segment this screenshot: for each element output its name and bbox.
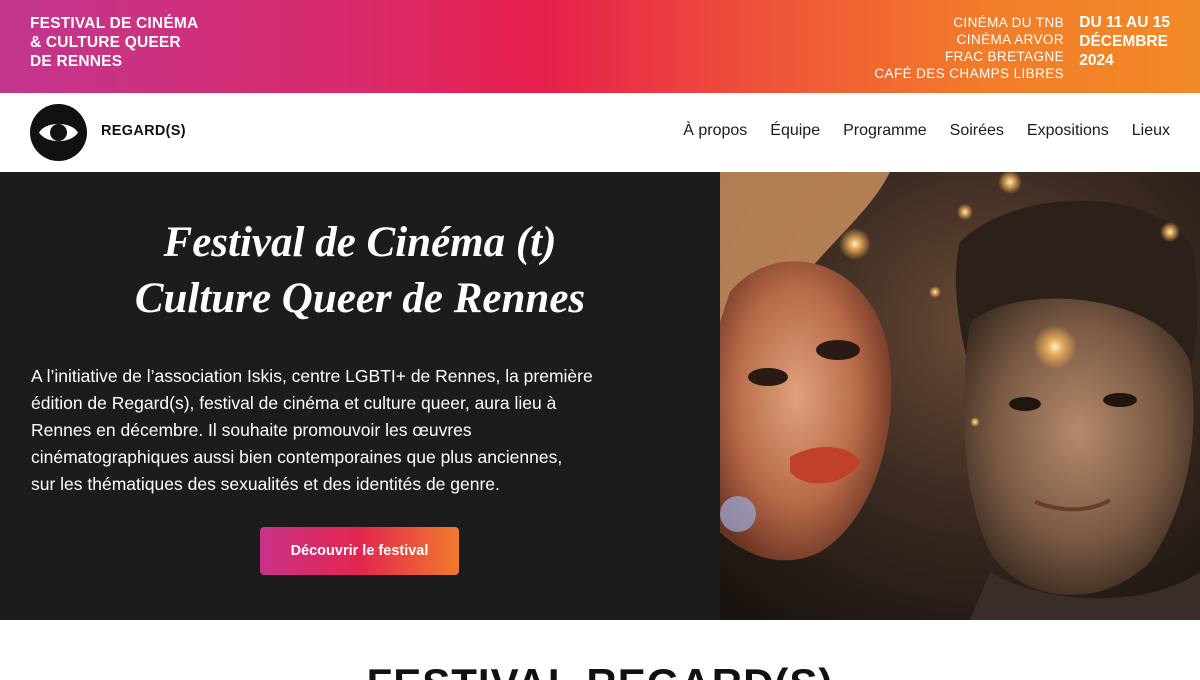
eye-icon [39, 123, 78, 142]
hero-description-line: Rennes en décembre. Il souhaite promouvo… [31, 420, 472, 440]
hero-description: A l’initiative de l’association Iskis, c… [31, 363, 696, 498]
nav-link-programme[interactable]: Programme [843, 122, 927, 140]
venue-item: FRAC BRETAGNE [945, 49, 1064, 64]
festival-dates-line: DÉCEMBRE [1079, 33, 1168, 50]
venues-list: CINÉMA DU TNB CINÉMA ARVOR FRAC BRETAGNE… [874, 14, 1064, 82]
section-heading: FESTIVAL REGARD(S) [0, 660, 1200, 680]
nav-link-soirees[interactable]: Soirées [950, 122, 1004, 140]
festival-dates: DU 11 AU 15 DÉCEMBRE 2024 [1079, 13, 1170, 70]
hero-title-line: Culture Queer de Rennes [134, 275, 586, 322]
hero-section: Festival de Cinéma (t) Culture Queer de … [0, 172, 1200, 620]
festival-name-line: & CULTURE QUEER [30, 34, 181, 51]
festival-dates-line: DU 11 AU 15 [1079, 14, 1170, 31]
site-logo[interactable] [30, 104, 87, 161]
top-banner: FESTIVAL DE CINÉMA & CULTURE QUEER DE RE… [0, 0, 1200, 93]
nav-link-a-propos[interactable]: À propos [683, 122, 747, 140]
navbar: REGARD(S) À propos Équipe Programme Soir… [0, 93, 1200, 172]
hero-text-panel: Festival de Cinéma (t) Culture Queer de … [0, 172, 720, 620]
nav-link-lieux[interactable]: Lieux [1132, 122, 1170, 140]
hero-description-line: A l’initiative de l’association Iskis, c… [31, 366, 593, 386]
festival-name-line: DE RENNES [30, 53, 123, 70]
nav-link-equipe[interactable]: Équipe [770, 122, 820, 140]
venue-item: CAFÉ DES CHAMPS LIBRES [874, 66, 1064, 81]
hero-film-still [720, 172, 1200, 620]
nav-link-expositions[interactable]: Expositions [1027, 122, 1109, 140]
venue-item: CINÉMA DU TNB [953, 15, 1064, 30]
hero-description-line: édition de Regard(s), festival de cinéma… [31, 393, 557, 413]
film-still-image [720, 172, 1200, 620]
hero-description-line: cinématographiques aussi bien contempora… [31, 447, 563, 467]
festival-name: FESTIVAL DE CINÉMA & CULTURE QUEER DE RE… [30, 14, 198, 71]
festival-name-line: FESTIVAL DE CINÉMA [30, 15, 199, 32]
hero-title: Festival de Cinéma (t) Culture Queer de … [0, 215, 720, 327]
discover-festival-button[interactable]: Découvrir le festival [260, 527, 459, 575]
hero-description-line: sur les thématiques des sexualités et de… [31, 474, 500, 494]
hero-title-line: Festival de Cinéma (t) [163, 219, 557, 266]
brand-name[interactable]: REGARD(S) [101, 123, 186, 139]
venue-item: CINÉMA ARVOR [956, 32, 1064, 47]
main-nav: À propos Équipe Programme Soirées Exposi… [683, 122, 1170, 140]
festival-dates-line: 2024 [1079, 52, 1114, 69]
